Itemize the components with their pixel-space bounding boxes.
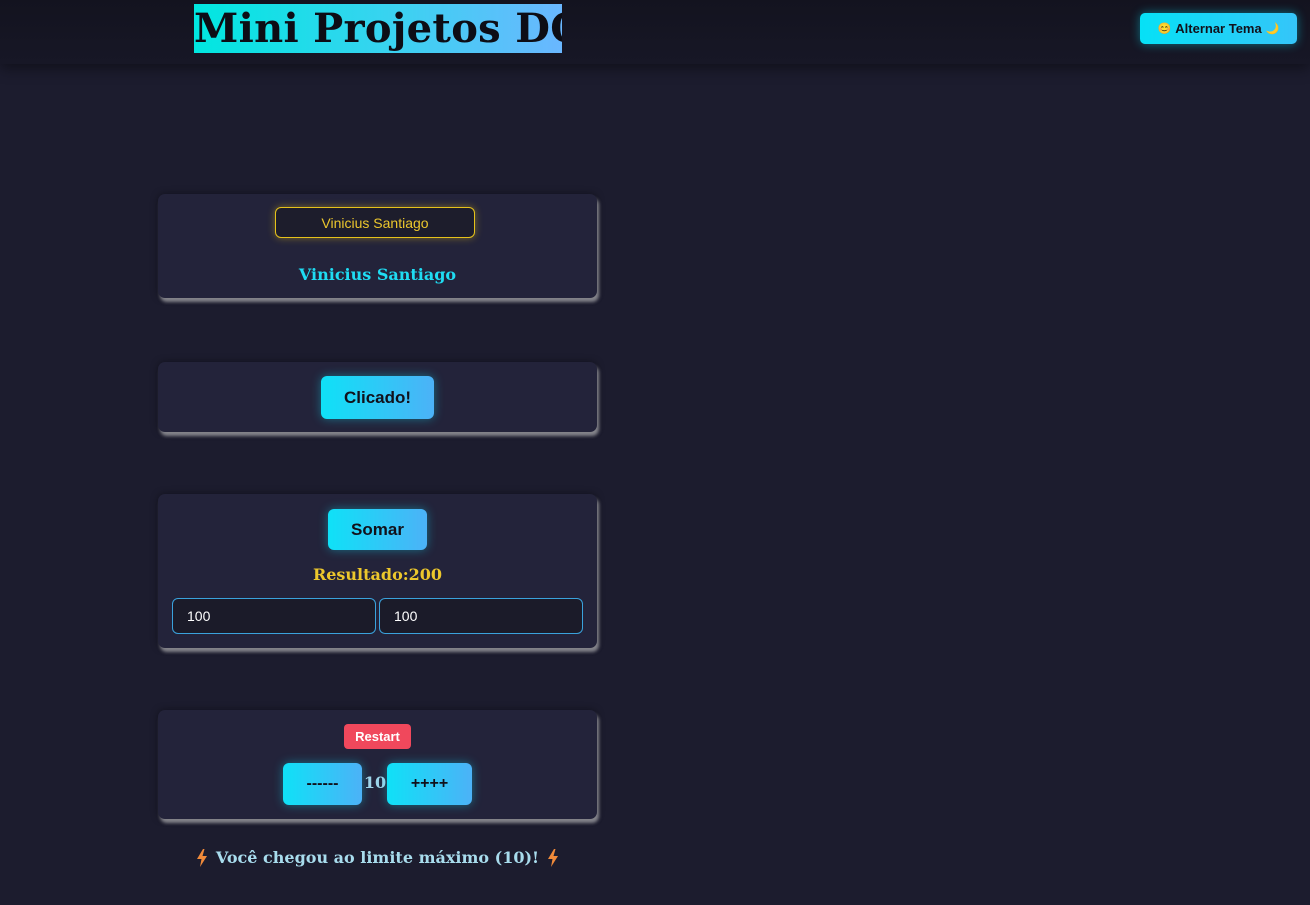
limit-message: Você chegou ao limite máximo (10)! bbox=[158, 848, 597, 867]
limit-message-text: Você chegou ao limite máximo (10)! bbox=[215, 848, 540, 867]
increment-button[interactable]: ++++ bbox=[387, 763, 472, 805]
counter-card: Restart ------ 10 ++++ bbox=[158, 710, 597, 819]
smile-emoji-icon: 😊 bbox=[1157, 23, 1172, 35]
lightning-icon bbox=[196, 848, 207, 867]
name-input[interactable] bbox=[275, 207, 475, 238]
restart-button[interactable]: Restart bbox=[344, 724, 411, 749]
sum-button[interactable]: Somar bbox=[328, 509, 427, 550]
sum-result: Resultado:200 bbox=[312, 565, 443, 584]
number-input-b[interactable] bbox=[379, 598, 583, 634]
counter-value: 10 bbox=[363, 773, 387, 792]
top-bar: Mini Projetos DOM 😊 Alternar Tema 🌙 bbox=[0, 0, 1310, 64]
click-button[interactable]: Clicado! bbox=[321, 376, 434, 419]
decrement-button[interactable]: ------ bbox=[283, 763, 362, 805]
lightning-icon bbox=[548, 848, 559, 867]
page-title: Mini Projetos DOM bbox=[194, 4, 562, 53]
toggle-theme-label: Alternar Tema bbox=[1175, 21, 1262, 36]
click-card: Clicado! bbox=[158, 362, 597, 432]
number-input-a[interactable] bbox=[172, 598, 376, 634]
sum-card: Somar Resultado:200 bbox=[158, 494, 597, 648]
name-display: Vinicius Santiago bbox=[298, 265, 457, 284]
moon-emoji-icon: 🌙 bbox=[1265, 23, 1280, 35]
name-card: Vinicius Santiago bbox=[158, 194, 597, 298]
toggle-theme-button[interactable]: 😊 Alternar Tema 🌙 bbox=[1140, 13, 1297, 44]
